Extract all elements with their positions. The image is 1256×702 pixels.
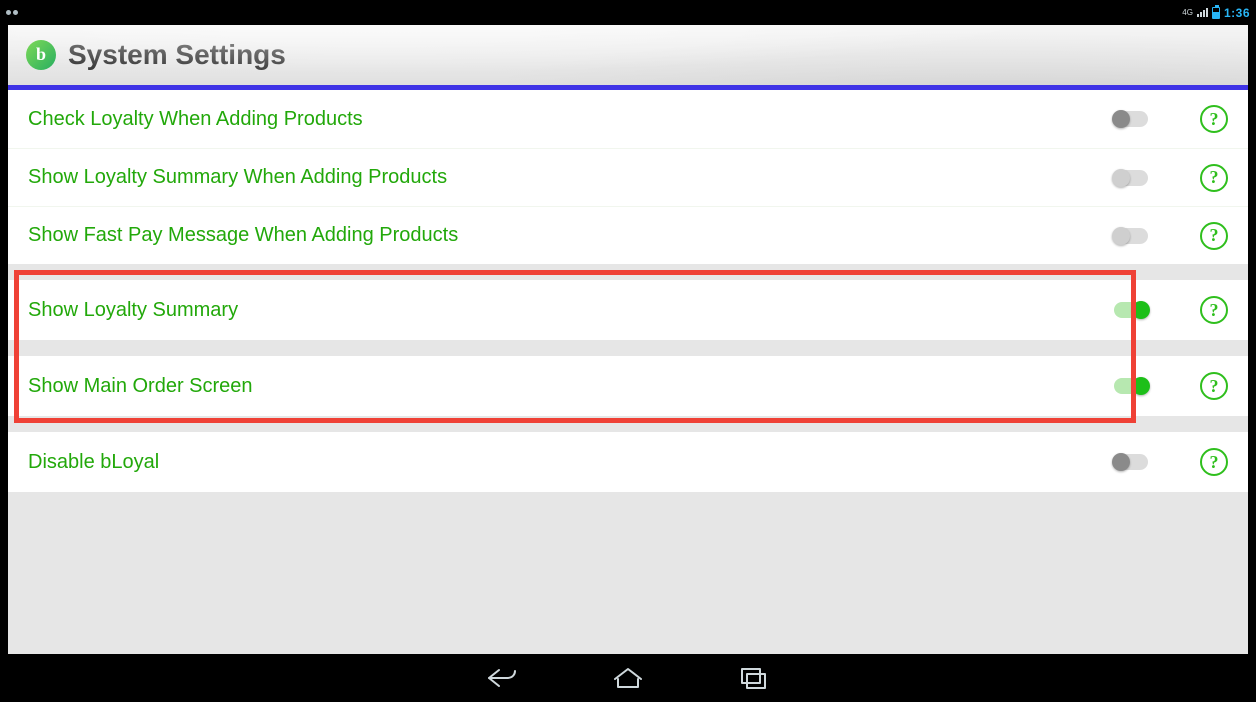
nav-recents-icon[interactable] [736, 660, 772, 696]
nav-back-icon[interactable] [484, 660, 520, 696]
bloyal-logo-icon [26, 40, 56, 70]
setting-row-check-loyalty-adding: Check Loyalty When Adding Products ? [8, 90, 1248, 148]
status-right-icons: 4G 1:36 [1182, 6, 1250, 20]
setting-label: Check Loyalty When Adding Products [28, 108, 1114, 131]
setting-label: Show Loyalty Summary [28, 299, 1114, 322]
settings-group-1: Show Loyalty Summary ? [8, 280, 1248, 340]
battery-icon [1212, 7, 1220, 19]
settings-group-0: Check Loyalty When Adding Products ? Sho… [8, 90, 1248, 264]
settings-group-2: Show Main Order Screen ? [8, 356, 1248, 416]
settings-content: Check Loyalty When Adding Products ? Sho… [8, 90, 1248, 654]
device-frame: 4G 1:36 System Settings Check Loyalty Wh… [0, 0, 1256, 702]
status-clock: 1:36 [1224, 6, 1250, 20]
setting-label: Disable bLoyal [28, 451, 1114, 474]
toggle-check-loyalty-adding[interactable] [1114, 111, 1148, 127]
toggle-show-loyalty-summary-adding[interactable] [1114, 170, 1148, 186]
setting-row-show-loyalty-summary-adding: Show Loyalty Summary When Adding Product… [8, 148, 1248, 206]
toggle-show-main-order-screen[interactable] [1114, 378, 1148, 394]
setting-label: Show Fast Pay Message When Adding Produc… [28, 224, 1114, 247]
setting-row-disable-bloyal: Disable bLoyal ? [8, 432, 1248, 492]
toggle-show-fast-pay-adding[interactable] [1114, 228, 1148, 244]
help-icon[interactable]: ? [1200, 222, 1228, 250]
help-icon[interactable]: ? [1200, 448, 1228, 476]
android-status-bar: 4G 1:36 [0, 0, 1256, 25]
setting-label: Show Loyalty Summary When Adding Product… [28, 166, 1114, 189]
setting-label: Show Main Order Screen [28, 375, 1114, 398]
page-title: System Settings [68, 39, 286, 71]
frame-border-right [1248, 25, 1256, 654]
nav-home-icon[interactable] [610, 660, 646, 696]
toggle-show-loyalty-summary[interactable] [1114, 302, 1148, 318]
help-icon[interactable]: ? [1200, 105, 1228, 133]
setting-row-show-fast-pay-adding: Show Fast Pay Message When Adding Produc… [8, 206, 1248, 264]
android-nav-bar [0, 654, 1256, 702]
toggle-disable-bloyal[interactable] [1114, 454, 1148, 470]
apps-icon [6, 10, 11, 15]
help-icon[interactable]: ? [1200, 164, 1228, 192]
frame-border-left [0, 25, 8, 654]
group-spacer [8, 416, 1248, 432]
signal-icon [1197, 8, 1208, 17]
network-4g-label: 4G [1182, 9, 1193, 17]
setting-row-show-loyalty-summary: Show Loyalty Summary ? [8, 280, 1248, 340]
app-header: System Settings [8, 25, 1248, 85]
apps-icon [13, 10, 18, 15]
group-spacer [8, 340, 1248, 356]
setting-row-show-main-order-screen: Show Main Order Screen ? [8, 356, 1248, 416]
help-icon[interactable]: ? [1200, 372, 1228, 400]
group-spacer [8, 264, 1248, 280]
help-icon[interactable]: ? [1200, 296, 1228, 324]
settings-group-3: Disable bLoyal ? [8, 432, 1248, 492]
status-left-icons [6, 6, 20, 20]
